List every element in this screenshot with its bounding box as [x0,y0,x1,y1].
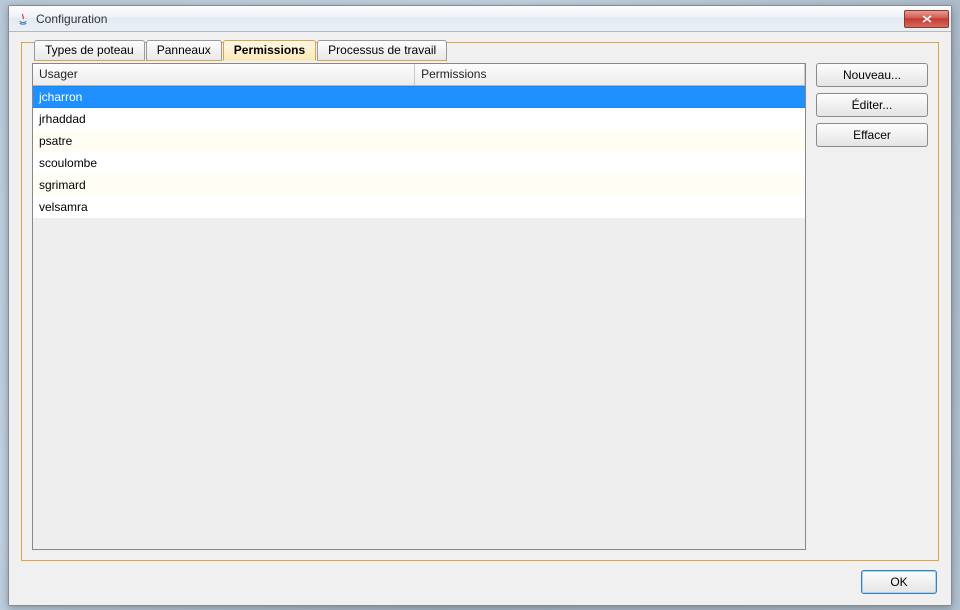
table-row[interactable]: jrhaddad [33,108,805,130]
cell-user: sgrimard [33,178,415,192]
tab-types-poteau[interactable]: Types de poteau [34,40,145,61]
ok-button[interactable]: OK [861,570,937,594]
new-button[interactable]: Nouveau... [816,63,928,87]
main-panel: Types de poteau Panneaux Permissions Pro… [21,42,939,561]
edit-button[interactable]: Éditer... [816,93,928,117]
cell-user: velsamra [33,200,415,214]
titlebar[interactable]: Configuration [9,6,951,32]
bottom-bar: OK [21,561,939,597]
panel-inner: Usager Permissions jcharron jrhaddad [32,63,928,550]
cell-user: scoulombe [33,156,415,170]
tab-processus[interactable]: Processus de travail [317,40,447,61]
cell-user: psatre [33,134,415,148]
table-row[interactable]: velsamra [33,196,805,218]
column-header-usager[interactable]: Usager [33,64,415,85]
tab-panneaux[interactable]: Panneaux [146,40,222,61]
table-row[interactable]: scoulombe [33,152,805,174]
close-icon [922,15,932,23]
table-header: Usager Permissions [33,64,805,86]
tab-permissions[interactable]: Permissions [223,40,316,61]
table-row[interactable]: jcharron [33,86,805,108]
tab-strip: Types de poteau Panneaux Permissions Pro… [34,40,448,61]
cell-user: jcharron [33,90,415,104]
column-header-permissions[interactable]: Permissions [415,64,805,85]
table-row[interactable]: sgrimard [33,174,805,196]
java-icon [15,11,31,27]
delete-button[interactable]: Effacer [816,123,928,147]
client-area: Types de poteau Panneaux Permissions Pro… [9,32,951,605]
config-window: Configuration Types de poteau Panneaux P… [8,5,952,606]
permissions-table[interactable]: Usager Permissions jcharron jrhaddad [32,63,806,550]
cell-user: jrhaddad [33,112,415,126]
close-button[interactable] [904,10,949,28]
window-title: Configuration [36,12,904,26]
table-row[interactable]: psatre [33,130,805,152]
side-buttons: Nouveau... Éditer... Effacer [816,63,928,550]
table-body: jcharron jrhaddad psatre scoulombe [33,86,805,549]
